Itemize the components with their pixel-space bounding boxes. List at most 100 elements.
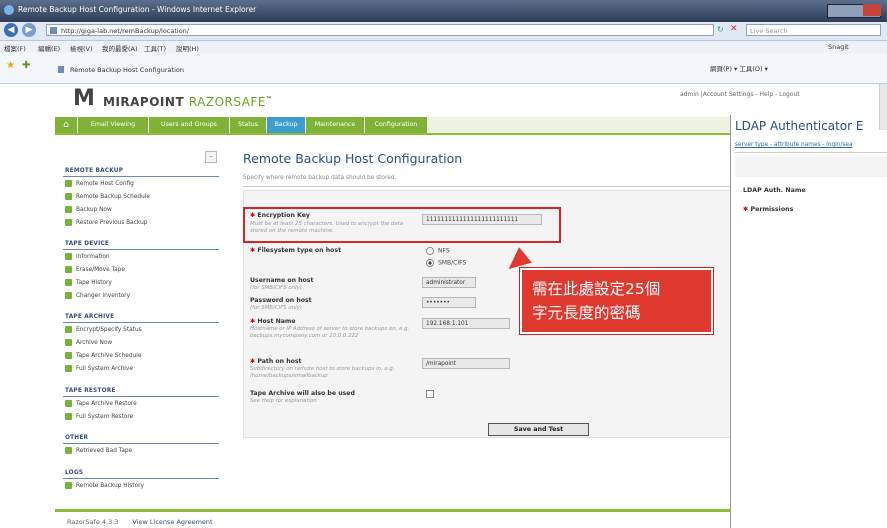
- page-subtitle: Specify where remote backup data should …: [243, 175, 397, 181]
- logo-tm: ™: [265, 96, 273, 103]
- close-window-icon[interactable]: [863, 4, 881, 16]
- add-favorite-icon[interactable]: ✚: [22, 60, 30, 71]
- sidebar-heading: TAPE ARCHIVE: [65, 314, 115, 320]
- ie-logo-icon: [4, 5, 14, 15]
- item-icon: [65, 352, 72, 359]
- ldap-title: LDAP Authenticator E: [735, 119, 864, 133]
- address-input[interactable]: http://giga-lab.net/remBackup/location/: [46, 24, 714, 36]
- menu-file[interactable]: 檔案(F): [4, 43, 26, 53]
- callout-line-1: 需在此處設定25個: [532, 280, 661, 298]
- tab-status[interactable]: Status: [230, 117, 267, 133]
- scrollbar[interactable]: [879, 84, 887, 130]
- path-hint: Subdirectory on remote host to store bac…: [250, 366, 395, 379]
- label-text: Path on host: [257, 358, 302, 365]
- menu-edit[interactable]: 編輯(E): [38, 43, 60, 53]
- tab-title: Remote Backup Host Configuration: [70, 66, 184, 74]
- stop-icon[interactable]: ✕: [730, 24, 738, 34]
- address-text: http://giga-lab.net/remBackup/location/: [61, 27, 189, 35]
- sidebar-item-remote-host-config[interactable]: Remote Host Config: [65, 180, 134, 187]
- item-icon: [65, 413, 72, 420]
- favorites-bar: ★ ✚ Remote Backup Host Configuration 網頁(…: [0, 53, 887, 84]
- account-links[interactable]: admin |Account Settings - Help - Logout: [680, 91, 800, 98]
- menu-view[interactable]: 檢視(V): [70, 43, 93, 53]
- sidebar-item-information[interactable]: Information: [65, 253, 110, 260]
- divider: [63, 396, 219, 397]
- sidebar-item-changer-inventory[interactable]: Changer Inventory: [65, 292, 130, 299]
- home-icon[interactable]: ⌂: [55, 117, 78, 133]
- tab-maintenance[interactable]: Maintenance: [306, 117, 365, 133]
- sidebar-item-label: Tape Archive Restore: [76, 401, 137, 407]
- filesystem-type-label: ✱ Filesystem type on host: [250, 247, 342, 254]
- tab-email-viewing[interactable]: Email Viewing: [78, 117, 149, 133]
- sidebar-item-label: Erase/Move Tape: [76, 267, 125, 273]
- sidebar-item-full-system-archive[interactable]: Full System Archive: [65, 365, 133, 372]
- collapse-sidebar-icon[interactable]: –: [205, 151, 217, 163]
- divider: [735, 152, 887, 153]
- hostname-input[interactable]: 192.168.1.101: [422, 318, 510, 329]
- sidebar-item-full-system-restore[interactable]: Full System Restore: [65, 413, 133, 420]
- item-icon: [65, 180, 72, 187]
- sidebar-item-remote-backup-history[interactable]: Remote Backup History: [65, 482, 144, 489]
- sidebar-item-tape-history[interactable]: Tape History: [65, 279, 112, 286]
- sidebar-item-archive-now[interactable]: Archive Now: [65, 339, 112, 346]
- sidebar-heading: REMOTE BACKUP: [65, 168, 124, 174]
- tape-archive-checkbox[interactable]: [426, 390, 434, 398]
- menu-tools[interactable]: 工具(T): [144, 43, 166, 53]
- sidebar-item-tape-archive-schedule[interactable]: Tape Archive Schedule: [65, 352, 141, 359]
- sidebar-item-remote-backup-schedule[interactable]: Remote Backup Schedule: [65, 193, 150, 200]
- password-input[interactable]: •••••••: [422, 297, 476, 308]
- path-input[interactable]: /mirapoint: [422, 358, 510, 369]
- radio-nfs[interactable]: NFS: [426, 247, 450, 255]
- back-arrow-icon[interactable]: ◀: [4, 23, 18, 37]
- highlight-box: [243, 207, 561, 243]
- annotation-callout: 需在此處設定25個 字元長度的密碼: [520, 268, 713, 334]
- sidebar-item-label: Remote Backup Schedule: [76, 194, 150, 200]
- sidebar-item-encrypt-status[interactable]: Encrypt/Specify Status: [65, 326, 142, 333]
- radio-smb-cifs[interactable]: SMB/CIFS: [426, 259, 466, 267]
- sidebar-item-label: Changer Inventory: [76, 293, 131, 299]
- divider: [63, 176, 219, 177]
- window-title: Remote Backup Host Configuration - Windo…: [18, 5, 257, 14]
- divider: [63, 322, 219, 323]
- save-and-test-button[interactable]: Save and Test: [488, 423, 589, 436]
- hostname-label: ✱ Host Name: [250, 318, 296, 325]
- menu-favorites[interactable]: 我的最愛(A): [102, 43, 138, 53]
- app-logo: M MIRAPOINT RAZORSAFE™: [73, 86, 283, 116]
- sidebar-item-backup-now[interactable]: Backup Now: [65, 206, 112, 213]
- tab-users-groups[interactable]: Users and Groups: [149, 117, 230, 133]
- main-nav: ⌂ Email Viewing Users and Groups Status …: [55, 117, 735, 135]
- license-link[interactable]: View License Agreement: [132, 518, 212, 526]
- address-bar-row: ◀ ▶ http://giga-lab.net/remBackup/locati…: [0, 22, 887, 41]
- tab-configuration[interactable]: Configuration: [365, 117, 428, 133]
- radio-button: [426, 259, 434, 267]
- sidebar-item-tape-archive-restore[interactable]: Tape Archive Restore: [65, 400, 137, 407]
- search-placeholder: Live Search: [750, 27, 788, 35]
- sidebar-item-label: Restore Previous Backup: [76, 220, 148, 226]
- sidebar-item-label: Tape History: [76, 280, 112, 286]
- username-input[interactable]: administrator: [422, 277, 476, 288]
- logo-accent: RAZORSAFE: [188, 95, 266, 109]
- sidebar-item-retrieved-bad-tape[interactable]: Retrieved Bad Tape: [65, 447, 132, 454]
- username-label: Username on host: [250, 277, 314, 284]
- sidebar-item-label: Remote Backup History: [76, 483, 144, 489]
- path-label: ✱ Path on host: [250, 358, 302, 365]
- sidebar-item-erase-move-tape[interactable]: Erase/Move Tape: [65, 266, 125, 273]
- command-bar-tools[interactable]: 網頁(P) ▾ 工具(O) ▾: [710, 63, 768, 73]
- page-icon: [58, 66, 64, 73]
- favorites-star-icon[interactable]: ★: [6, 60, 15, 71]
- forward-arrow-icon[interactable]: ▶: [22, 23, 36, 37]
- radio-label: NFS: [438, 247, 450, 255]
- item-icon: [65, 266, 72, 273]
- snagit-button[interactable]: Snagit: [828, 43, 849, 51]
- search-input[interactable]: Live Search: [746, 24, 881, 36]
- sidebar-item-restore-previous-backup[interactable]: Restore Previous Backup: [65, 219, 147, 226]
- browser-tab[interactable]: Remote Backup Host Configuration: [54, 63, 594, 77]
- menu-help[interactable]: 說明(H): [176, 43, 199, 53]
- ldap-links[interactable]: server type - attribute names - login/se…: [735, 142, 853, 148]
- refresh-icon[interactable]: ↻: [717, 25, 724, 34]
- version-text: RazorSafe 4.3.3: [67, 518, 119, 526]
- password-hint: (for SMB/CIFS only): [250, 305, 302, 311]
- sidebar-item-label: Remote Host Config: [76, 181, 134, 187]
- item-icon: [65, 447, 72, 454]
- tab-backup[interactable]: Backup: [267, 117, 306, 133]
